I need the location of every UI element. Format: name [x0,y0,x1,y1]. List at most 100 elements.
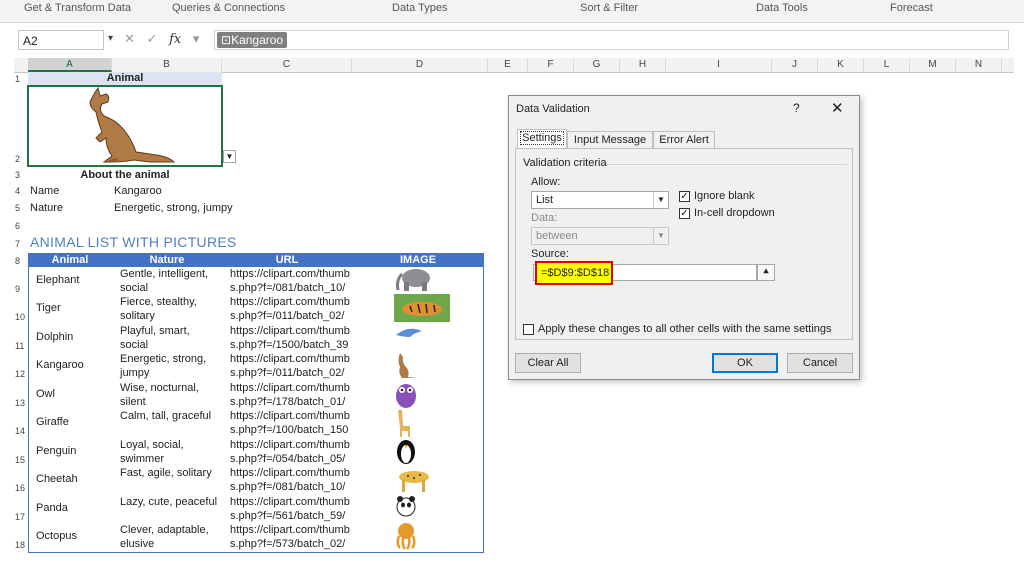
tab-settings[interactable]: Settings [517,129,567,149]
column-header-e[interactable]: E [488,58,528,72]
table-cell-nature[interactable]: Calm, tall, graceful [120,409,220,423]
apply-all-checkbox[interactable] [523,324,534,335]
column-header-g[interactable]: G [574,58,620,72]
apply-all-label[interactable]: Apply these changes to all other cells w… [538,323,832,335]
table-cell-nature[interactable]: Lazy, cute, peaceful [120,495,220,509]
chevron-down-icon[interactable]: ▾ [193,31,200,46]
table-cell-url[interactable]: https://clipart.com/thumbs.php?f=/081/ba… [230,466,350,494]
cancel-edit-icon[interactable]: ✕ [124,31,135,46]
table-cell-nature[interactable]: Clever, adaptable, elusive [120,523,220,551]
chevron-down-icon[interactable]: ▾ [108,33,113,44]
table-cell-animal[interactable]: Penguin [36,445,76,457]
row-header-7[interactable]: 7 [14,239,28,249]
name-box[interactable]: A2 [18,30,104,50]
row-header-17[interactable]: 17 [14,512,28,522]
table-cell-url[interactable]: https://clipart.com/thumbs.php?f=/081/ba… [230,267,350,295]
column-header-f[interactable]: F [528,58,574,72]
collapse-dialog-icon[interactable]: ⯅ [757,264,775,281]
allow-select[interactable]: List ▼ [531,191,669,209]
column-header-n[interactable]: N [956,58,1002,72]
insert-function-button[interactable]: fx [169,32,181,47]
table-cell-animal[interactable]: Octopus [36,530,77,542]
table-cell-animal[interactable]: Kangaroo [36,359,84,371]
table-cell-url[interactable]: https://clipart.com/thumbs.php?f=/178/ba… [230,381,350,409]
table-cell-animal[interactable]: Cheetah [36,473,78,485]
table-cell-animal[interactable]: Elephant [36,274,79,286]
name-value[interactable]: Kangaroo [114,185,162,197]
row-header-2[interactable]: 2 [14,154,28,164]
row-header-13[interactable]: 13 [14,398,28,408]
row-header-8[interactable]: 8 [14,256,28,266]
table-cell-nature[interactable]: Gentle, intelligent, social [120,267,220,295]
table-cell-url[interactable]: https://clipart.com/thumbs.php?f=/011/ba… [230,352,350,380]
row-header-4[interactable]: 4 [14,186,28,196]
ignore-blank-checkbox[interactable]: ✓ [679,191,690,202]
column-header-k[interactable]: K [818,58,864,72]
column-header-j[interactable]: J [772,58,818,72]
column-header-h[interactable]: H [620,58,666,72]
row-header-11[interactable]: 11 [14,341,28,351]
table-cell-nature[interactable]: Energetic, strong, jumpy [120,352,220,380]
table-cell-animal[interactable]: Panda [36,502,68,514]
in-cell-dropdown-label[interactable]: In-cell dropdown [694,207,775,219]
column-header-m[interactable]: M [910,58,956,72]
column-header-b[interactable]: B [112,58,222,72]
row-header-18[interactable]: 18 [14,540,28,550]
table-cell-url[interactable]: https://clipart.com/thumbs.php?f=/011/ba… [230,295,350,323]
row-header-1[interactable]: 1 [14,74,28,84]
list-title[interactable]: ANIMAL LIST WITH PICTURES [30,234,237,250]
nature-label[interactable]: Nature [30,202,63,214]
row-header-16[interactable]: 16 [14,483,28,493]
ignore-blank-label[interactable]: Ignore blank [694,190,755,202]
column-header-c[interactable]: C [222,58,352,72]
table-cell-url[interactable]: https://clipart.com/thumbs.php?f=/100/ba… [230,409,350,437]
source-value-highlight[interactable]: =$D$9:$D$18 [535,261,613,285]
about-heading[interactable]: About the animal [28,169,222,181]
table-cell-nature[interactable]: Playful, smart, social [120,324,220,352]
row-header-9[interactable]: 9 [14,284,28,294]
column-headers: A B C D E F G H I J K L M N [14,58,1014,73]
formula-input[interactable]: ⊡Kangaroo [214,30,1009,50]
tab-error-alert[interactable]: Error Alert [653,131,715,148]
column-header-i[interactable]: I [666,58,772,72]
column-header-l[interactable]: L [864,58,910,72]
chevron-down-icon[interactable]: ▼ [653,192,668,208]
row-header-10[interactable]: 10 [14,312,28,322]
table-header-nature[interactable]: Nature [112,253,222,267]
card-title[interactable]: Animal [28,72,222,85]
nature-value[interactable]: Energetic, strong, jumpy [114,202,233,214]
row-header-12[interactable]: 12 [14,369,28,379]
name-label[interactable]: Name [30,185,59,197]
row-header-3[interactable]: 3 [14,170,28,180]
table-cell-nature[interactable]: Fierce, stealthy, solitary [120,295,220,323]
table-cell-animal[interactable]: Dolphin [36,331,73,343]
confirm-edit-icon[interactable]: ✓ [147,31,158,46]
tab-input-message[interactable]: Input Message [567,131,653,148]
row-header-14[interactable]: 14 [14,426,28,436]
table-header-animal[interactable]: Animal [28,253,112,267]
table-cell-url[interactable]: https://clipart.com/thumbs.php?f=/1500/b… [230,324,350,352]
in-cell-dropdown-checkbox[interactable]: ✓ [679,208,690,219]
column-header-d[interactable]: D [352,58,488,72]
row-header-15[interactable]: 15 [14,455,28,465]
column-header-a[interactable]: A [28,58,112,72]
table-cell-url[interactable]: https://clipart.com/thumbs.php?f=/561/ba… [230,495,350,523]
close-icon[interactable]: ✕ [831,99,844,117]
table-cell-nature[interactable]: Loyal, social, swimmer [120,438,220,466]
table-cell-url[interactable]: https://clipart.com/thumbs.php?f=/054/ba… [230,438,350,466]
table-header-url[interactable]: URL [222,253,352,267]
table-cell-url[interactable]: https://clipart.com/thumbs.php?f=/573/ba… [230,523,350,551]
row-header-5[interactable]: 5 [14,203,28,213]
ok-button[interactable]: OK [712,353,778,373]
validation-dropdown-button[interactable]: ▼ [223,150,236,163]
cancel-button[interactable]: Cancel [787,353,853,373]
table-cell-nature[interactable]: Fast, agile, solitary [120,466,220,480]
clear-all-button[interactable]: Clear All [515,353,581,373]
table-cell-animal[interactable]: Owl [36,388,55,400]
table-cell-animal[interactable]: Tiger [36,302,61,314]
table-header-image[interactable]: IMAGE [352,253,484,267]
table-cell-nature[interactable]: Wise, nocturnal, silent [120,381,220,409]
row-header-6[interactable]: 6 [14,221,28,231]
table-cell-animal[interactable]: Giraffe [36,416,69,428]
help-icon[interactable]: ? [793,101,800,115]
